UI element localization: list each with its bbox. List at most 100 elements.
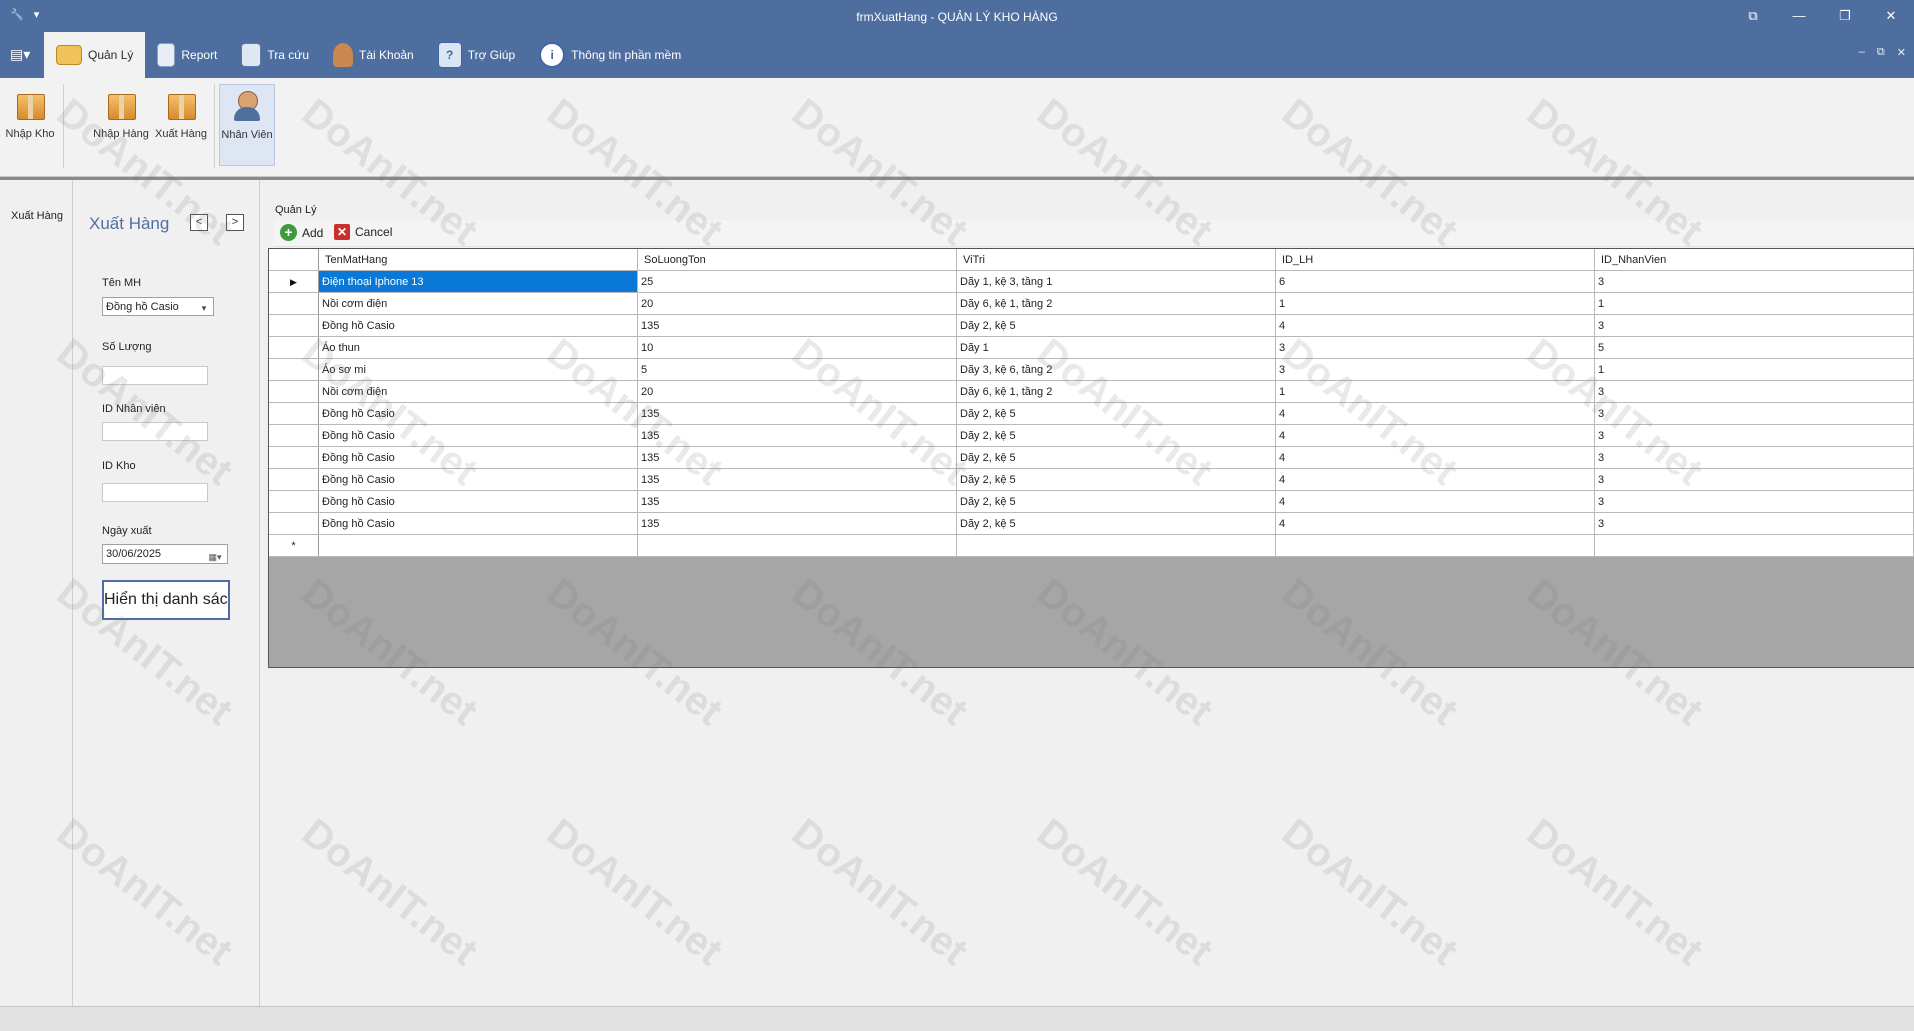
table-row[interactable]: Áo sơ mi 5 Dãy 3, kệ 6, tầng 231 bbox=[269, 358, 1914, 381]
table-cell[interactable]: 5 bbox=[1594, 336, 1914, 359]
row-header[interactable]: ▶ bbox=[269, 270, 319, 293]
table-cell[interactable]: 4 bbox=[1275, 314, 1595, 337]
data-grid[interactable]: TenMatHang SoLuongTon ViTri ID_LH ID_Nha… bbox=[268, 248, 1914, 668]
table-cell[interactable]: Nồi cơm điện bbox=[318, 292, 638, 315]
row-header[interactable] bbox=[269, 424, 319, 447]
table-cell[interactable]: 3 bbox=[1594, 446, 1914, 469]
table-cell[interactable]: 3 bbox=[1594, 490, 1914, 513]
nav-item-xuat-hang[interactable]: Xuất Hàng bbox=[11, 210, 63, 222]
tab-report[interactable]: Report bbox=[145, 32, 229, 78]
ngay-xuat-datepicker[interactable]: 30/06/2025 ▦▾ bbox=[102, 544, 228, 564]
table-cell[interactable] bbox=[1275, 534, 1595, 557]
table-cell[interactable]: 3 bbox=[1594, 424, 1914, 447]
row-header[interactable] bbox=[269, 336, 319, 359]
table-cell[interactable]: 1 bbox=[1275, 292, 1595, 315]
collapse-left-button[interactable]: < bbox=[190, 214, 208, 231]
table-cell[interactable]: Đồng hồ Casio bbox=[318, 424, 638, 447]
row-header[interactable] bbox=[269, 490, 319, 513]
id-nhan-vien-input[interactable] bbox=[102, 422, 208, 441]
mdi-close-button[interactable]: ✕ bbox=[1897, 46, 1906, 59]
table-cell[interactable]: 1 bbox=[1594, 358, 1914, 381]
table-cell[interactable]: Đồng hồ Casio bbox=[318, 512, 638, 535]
expand-right-button[interactable]: > bbox=[226, 214, 244, 231]
tab-thong-tin[interactable]: i Thông tin phần mềm bbox=[527, 32, 693, 78]
table-cell[interactable]: Đồng hồ Casio bbox=[318, 314, 638, 337]
table-cell[interactable]: 20 bbox=[637, 380, 957, 403]
id-kho-input[interactable] bbox=[102, 483, 208, 502]
column-header[interactable]: ViTri bbox=[956, 249, 1276, 271]
table-cell[interactable]: Nồi cơm điện bbox=[318, 380, 638, 403]
table-cell[interactable]: Dãy 1, kệ 3, tầng 1 bbox=[956, 270, 1276, 293]
table-cell[interactable] bbox=[1594, 534, 1914, 557]
row-header[interactable] bbox=[269, 512, 319, 535]
column-header[interactable]: ID_NhanVien bbox=[1594, 249, 1914, 271]
table-row[interactable]: Nồi cơm điện 20 Dãy 6, kệ 1, tầng 211 bbox=[269, 292, 1914, 315]
table-cell[interactable]: Dãy 2, kệ 5 bbox=[956, 424, 1276, 447]
table-cell[interactable]: 6 bbox=[1275, 270, 1595, 293]
tab-tro-giup[interactable]: ? Trợ Giúp bbox=[426, 32, 527, 78]
table-cell[interactable]: 1 bbox=[1275, 380, 1595, 403]
row-header[interactable] bbox=[269, 380, 319, 403]
column-header[interactable]: ID_LH bbox=[1275, 249, 1595, 271]
so-luong-input[interactable] bbox=[102, 366, 208, 385]
table-cell[interactable]: Dãy 2, kệ 5 bbox=[956, 446, 1276, 469]
table-row[interactable]: Đồng hồ Casio 135 Dãy 2, kệ 543 bbox=[269, 490, 1914, 513]
table-cell[interactable]: Đồng hồ Casio bbox=[318, 468, 638, 491]
table-cell[interactable]: 3 bbox=[1594, 468, 1914, 491]
tab-tra-cuu[interactable]: Tra cứu bbox=[229, 32, 321, 78]
table-row[interactable]: Áo thun 10 Dãy 135 bbox=[269, 336, 1914, 359]
tab-quan-ly[interactable]: Quản Lý bbox=[44, 32, 146, 78]
table-cell[interactable]: 4 bbox=[1275, 402, 1595, 425]
table-cell[interactable]: Dãy 2, kệ 5 bbox=[956, 468, 1276, 491]
table-row[interactable]: Nồi cơm điện 20 Dãy 6, kệ 1, tầng 213 bbox=[269, 380, 1914, 403]
new-row[interactable]: * bbox=[269, 534, 1914, 557]
ten-mh-select[interactable]: Đồng hồ Casio ▾ bbox=[102, 297, 214, 316]
add-button[interactable]: + Add bbox=[280, 224, 323, 241]
table-cell[interactable]: 4 bbox=[1275, 424, 1595, 447]
table-cell[interactable]: 135 bbox=[637, 314, 957, 337]
row-header[interactable] bbox=[269, 314, 319, 337]
table-cell[interactable]: Dãy 2, kệ 5 bbox=[956, 490, 1276, 513]
application-menu-icon[interactable]: ▤▾ bbox=[10, 46, 36, 64]
table-cell[interactable]: 5 bbox=[637, 358, 957, 381]
row-header[interactable] bbox=[269, 446, 319, 469]
table-cell[interactable]: 25 bbox=[637, 270, 957, 293]
table-cell[interactable]: 3 bbox=[1275, 358, 1595, 381]
table-cell[interactable]: Dãy 3, kệ 6, tầng 2 bbox=[956, 358, 1276, 381]
table-cell[interactable]: 4 bbox=[1275, 446, 1595, 469]
tab-tai-khoan[interactable]: Tài Khoản bbox=[321, 32, 426, 78]
ribbon-button-xuat-hang[interactable]: Xuất Hàng bbox=[153, 84, 209, 164]
chevron-down-icon[interactable]: ▾ bbox=[197, 299, 211, 317]
mdi-minimize-button[interactable]: – bbox=[1859, 46, 1865, 59]
row-header[interactable] bbox=[269, 468, 319, 491]
table-cell[interactable]: Dãy 2, kệ 5 bbox=[956, 402, 1276, 425]
table-cell[interactable] bbox=[637, 534, 957, 557]
table-cell[interactable]: 135 bbox=[637, 424, 957, 447]
column-header[interactable]: TenMatHang bbox=[318, 249, 638, 271]
table-row[interactable]: Đồng hồ Casio 135 Dãy 2, kệ 543 bbox=[269, 402, 1914, 425]
table-cell[interactable]: 20 bbox=[637, 292, 957, 315]
table-cell[interactable]: 135 bbox=[637, 468, 957, 491]
table-cell[interactable]: Dãy 2, kệ 5 bbox=[956, 512, 1276, 535]
row-header[interactable] bbox=[269, 358, 319, 381]
minimize-button[interactable]: — bbox=[1776, 4, 1822, 28]
row-header[interactable] bbox=[269, 402, 319, 425]
table-cell[interactable]: 135 bbox=[637, 512, 957, 535]
table-cell[interactable]: 10 bbox=[637, 336, 957, 359]
close-button[interactable]: ✕ bbox=[1868, 4, 1914, 28]
table-cell[interactable]: Áo thun bbox=[318, 336, 638, 359]
row-header[interactable] bbox=[269, 292, 319, 315]
table-cell[interactable]: 135 bbox=[637, 446, 957, 469]
table-cell[interactable]: Dãy 6, kệ 1, tầng 2 bbox=[956, 380, 1276, 403]
ribbon-button-nhan-vien[interactable]: Nhân Viên bbox=[219, 84, 275, 166]
table-row[interactable]: Đồng hồ Casio 135 Dãy 2, kệ 543 bbox=[269, 446, 1914, 469]
ribbon-button-nhap-hang[interactable]: Nhập Hàng bbox=[92, 84, 150, 164]
column-header[interactable]: SoLuongTon bbox=[637, 249, 957, 271]
table-cell[interactable]: 3 bbox=[1275, 336, 1595, 359]
table-cell[interactable]: 135 bbox=[637, 402, 957, 425]
restore-layout-button[interactable]: ⧉ bbox=[1730, 4, 1776, 28]
table-row[interactable]: Đồng hồ Casio 135 Dãy 2, kệ 543 bbox=[269, 424, 1914, 447]
table-cell[interactable]: Dãy 6, kệ 1, tầng 2 bbox=[956, 292, 1276, 315]
table-cell[interactable]: Dãy 1 bbox=[956, 336, 1276, 359]
table-cell[interactable]: 4 bbox=[1275, 490, 1595, 513]
